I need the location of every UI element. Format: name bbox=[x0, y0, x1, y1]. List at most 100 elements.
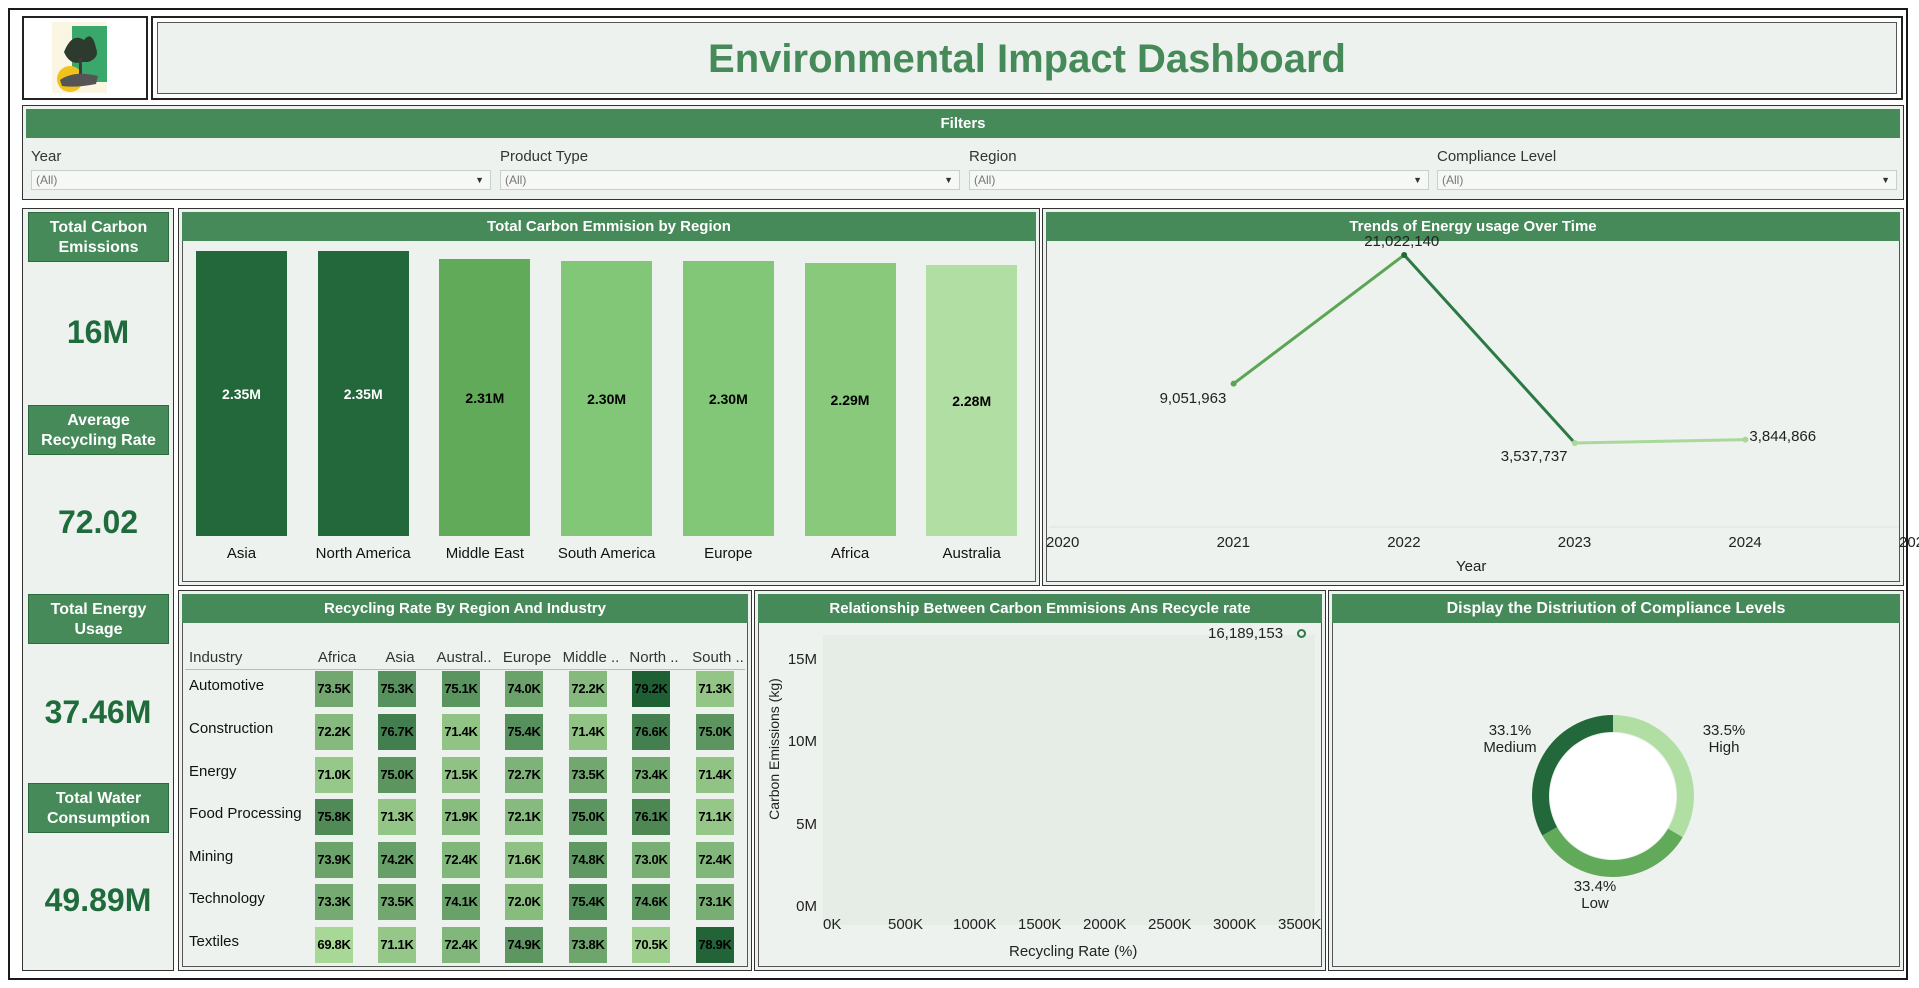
bar-category-label: North America bbox=[315, 545, 411, 562]
heatmap-cell: 71.3K bbox=[378, 799, 416, 835]
heatmap-row-label: Energy bbox=[189, 763, 237, 780]
donut-name-label: High bbox=[1708, 739, 1740, 756]
heatmap-cell: 71.5K bbox=[442, 757, 480, 793]
chevron-down-icon: ▼ bbox=[944, 175, 953, 185]
kpi-panel: Total Carbon Emissions 16M Average Recyc… bbox=[22, 208, 174, 971]
chevron-down-icon: ▼ bbox=[1413, 175, 1422, 185]
heatmap-cell: 75.0K bbox=[378, 757, 416, 793]
donut-chart bbox=[1532, 715, 1694, 877]
heatmap-cell: 75.1K bbox=[442, 671, 480, 707]
x-axis-label: Year bbox=[1456, 558, 1487, 575]
heatmap-cell: 71.4K bbox=[569, 714, 607, 750]
heatmap-cell: 74.8K bbox=[569, 842, 607, 878]
chevron-down-icon: ▼ bbox=[1881, 175, 1890, 185]
bar-category-label: Africa bbox=[830, 545, 870, 562]
x-tick-label: 1000K bbox=[953, 916, 997, 933]
x-tick-label: 2022 bbox=[1387, 534, 1421, 551]
heatmap-column-header: Middle .. bbox=[562, 649, 620, 666]
heatmap-cell: 73.9K bbox=[315, 842, 353, 878]
heatmap-cell: 79.2K bbox=[632, 671, 670, 707]
heatmap-cell: 72.4K bbox=[442, 842, 480, 878]
kpi-label-carbon: Total Carbon Emissions bbox=[28, 212, 169, 262]
x-tick-label: 2025 bbox=[1899, 534, 1919, 551]
bar-category-label: Asia bbox=[226, 545, 257, 562]
x-tick-label: 2500K bbox=[1148, 916, 1192, 933]
filter-region-select[interactable]: (All) ▼ bbox=[969, 170, 1429, 190]
bar-value-label: 2.28M bbox=[952, 392, 992, 409]
heatmap-cell: 74.2K bbox=[378, 842, 416, 878]
filter-year-label: Year bbox=[31, 148, 62, 165]
kpi-value-water: 49.89M bbox=[44, 882, 152, 918]
heatmap-cell: 72.7K bbox=[505, 757, 543, 793]
scatter-point-label: 16,189,153 bbox=[1208, 625, 1284, 642]
donut-hole bbox=[1550, 733, 1676, 859]
heatmap-cell: 73.1K bbox=[696, 884, 734, 920]
donut-percent-label: 33.1% bbox=[1488, 722, 1532, 739]
heatmap-cell: 71.1K bbox=[696, 799, 734, 835]
heatmap-cell: 72.1K bbox=[505, 799, 543, 835]
heatmap-row-label: Textiles bbox=[189, 933, 240, 950]
heatmap-row-header: Industry bbox=[189, 649, 243, 666]
heatmap-cell: 75.8K bbox=[315, 799, 353, 835]
heatmap-row-label: Construction bbox=[189, 720, 274, 737]
filter-product-type-select[interactable]: (All) ▼ bbox=[500, 170, 960, 190]
heatmap-cell: 71.6K bbox=[505, 842, 543, 878]
page-title: Environmental Impact Dashboard bbox=[157, 22, 1897, 94]
heatmap-cell: 73.3K bbox=[315, 884, 353, 920]
line-point bbox=[1401, 252, 1408, 258]
donut-slice-label: 33.1% Medium bbox=[1480, 722, 1540, 756]
heatmap-cell: 71.0K bbox=[315, 757, 353, 793]
heatmap-cell: 71.9K bbox=[442, 799, 480, 835]
line-data-label: 9,051,963 bbox=[1159, 389, 1227, 407]
x-tick-label: 2021 bbox=[1216, 534, 1250, 551]
logo bbox=[22, 16, 148, 100]
heatmap-cell: 72.0K bbox=[505, 884, 543, 920]
carbon-by-region-panel: Total Carbon Emmision by Region 2.35M Asi… bbox=[178, 208, 1040, 586]
scatter-y-axis-label: Carbon Emissions (kg) bbox=[766, 678, 782, 820]
filters-title: Filters bbox=[26, 109, 1900, 138]
heatmap-cell: 74.1K bbox=[442, 884, 480, 920]
heatmap-cell: 73.5K bbox=[378, 884, 416, 920]
donut-percent-label: 33.5% bbox=[1702, 722, 1746, 739]
x-tick-label: 2020 bbox=[1046, 534, 1080, 551]
heatmap-cell: 75.4K bbox=[569, 884, 607, 920]
heatmap-row-label: Mining bbox=[189, 848, 234, 865]
carbon-by-region-title: Total Carbon Emmision by Region bbox=[182, 212, 1036, 241]
heatmap-cell: 71.3K bbox=[696, 671, 734, 707]
bar-category-label: Middle East bbox=[445, 545, 525, 562]
heatmap-cell: 73.0K bbox=[632, 842, 670, 878]
filter-region-label: Region bbox=[969, 148, 1017, 165]
bar-category-label: South America bbox=[557, 545, 656, 562]
filter-compliance-select[interactable]: (All) ▼ bbox=[1437, 170, 1897, 190]
heatmap-cell: 75.3K bbox=[378, 671, 416, 707]
heatmap-cell: 71.4K bbox=[696, 757, 734, 793]
heatmap-cell: 74.9K bbox=[505, 927, 543, 963]
bar-value-label: 2.29M bbox=[830, 391, 870, 408]
line-point bbox=[1742, 436, 1749, 443]
heatmap-cell: 73.5K bbox=[315, 671, 353, 707]
kpi-label-recycling: Average Recycling Rate bbox=[28, 405, 169, 455]
donut-slice-label: 33.4% Low bbox=[1565, 878, 1625, 912]
bar-value-label: 2.35M bbox=[222, 385, 261, 402]
x-tick-label: 3000K bbox=[1213, 916, 1257, 933]
heatmap-cell: 75.0K bbox=[569, 799, 607, 835]
heatmap-cell: 70.5K bbox=[632, 927, 670, 963]
heatmap-cell: 71.4K bbox=[442, 714, 480, 750]
scatter-panel: Relationship Between Carbon Emmisions An… bbox=[754, 590, 1326, 971]
recycling-heatmap-panel: Recycling Rate By Region And Industry In… bbox=[178, 590, 752, 971]
heatmap-cell: 76.7K bbox=[378, 714, 416, 750]
kpi-label-energy: Total Energy Usage bbox=[28, 594, 169, 644]
heatmap-cell: 78.9K bbox=[696, 927, 734, 963]
scatter-title: Relationship Between Carbon Emmisions An… bbox=[758, 594, 1322, 623]
filter-product-type-label: Product Type bbox=[500, 148, 589, 165]
scatter-x-axis-label: Recycling Rate (%) bbox=[1009, 943, 1138, 960]
scatter-point bbox=[1297, 629, 1306, 638]
y-tick-label: 0M bbox=[796, 898, 817, 915]
x-tick-label: 1500K bbox=[1018, 916, 1062, 933]
kpi-value-energy: 37.46M bbox=[44, 694, 152, 730]
filter-year-select[interactable]: (All) ▼ bbox=[31, 170, 491, 190]
heatmap-column-header: Europe bbox=[502, 649, 552, 666]
energy-trend-panel: Trends of Energy usage Over Time 9,051,9… bbox=[1042, 208, 1919, 586]
heatmap-cell: 73.4K bbox=[632, 757, 670, 793]
x-tick-label: 2024 bbox=[1728, 534, 1762, 551]
